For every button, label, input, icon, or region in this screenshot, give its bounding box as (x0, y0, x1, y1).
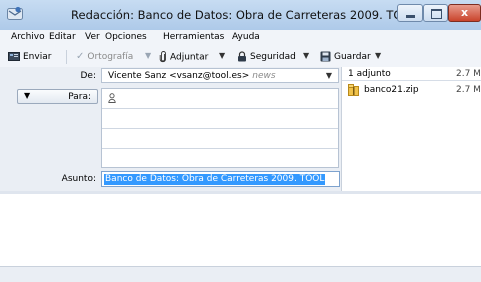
from-account-select[interactable]: Vicente Sanz <vsanz@tool.es> news ▼ (101, 68, 339, 83)
send-button[interactable]: Enviar (8, 51, 51, 62)
attachment-item[interactable]: banco21.zip 2.7 MB (342, 82, 481, 98)
zip-file-icon (348, 84, 359, 96)
recipient-list[interactable] (101, 88, 339, 168)
from-value: Vicente Sanz <vsanz@tool.es> news (108, 71, 276, 81)
attachment-header: 1 adjunto 2.7 MB (342, 67, 481, 81)
menu-bar: Archivo Editar Ver Opciones Herramientas… (0, 30, 481, 47)
toolbar-separator (66, 50, 67, 64)
menu-herramientas[interactable]: Herramientas (163, 32, 224, 42)
attachment-size: 2.7 MB (456, 85, 481, 95)
security-dropdown-arrow[interactable]: ▼ (303, 51, 309, 60)
title-bar[interactable]: Redacción: Banco de Datos: Obra de Carre… (0, 0, 481, 30)
security-label: Seguridad (250, 52, 296, 62)
send-label: Enviar (23, 52, 52, 62)
compose-window: Redacción: Banco de Datos: Obra de Carre… (0, 0, 481, 282)
security-button[interactable]: Seguridad (237, 51, 296, 62)
maximize-icon (431, 9, 442, 19)
person-icon (108, 93, 116, 103)
chevron-down-icon: ▼ (325, 71, 332, 80)
padlock-icon (238, 51, 246, 62)
save-label: Guardar (334, 52, 371, 62)
floppy-disk-icon (320, 51, 331, 62)
subject-text: Banco de Datos: Obra de Carreteras 2009.… (104, 174, 326, 185)
recipient-type-label: Para: (68, 92, 91, 102)
maximize-button[interactable] (423, 4, 448, 22)
send-icon (8, 52, 20, 61)
spelling-button[interactable]: ✓ Ortografía (76, 51, 133, 62)
attach-label: Adjuntar (170, 52, 209, 63)
recipient-row[interactable] (102, 89, 338, 109)
close-icon: x (460, 6, 469, 19)
status-bar (0, 266, 481, 282)
message-body-editor[interactable] (0, 194, 481, 266)
recipient-row-empty[interactable] (102, 129, 338, 149)
toolbar: Enviar ✓ Ortografía ▼ Adjuntar ▼ Segurida… (0, 47, 481, 68)
minimize-icon (406, 15, 415, 18)
save-dropdown-arrow[interactable]: ▼ (375, 51, 381, 60)
menu-ver[interactable]: Ver (85, 32, 100, 42)
attach-dropdown-arrow[interactable]: ▼ (219, 51, 225, 60)
recipient-row-empty[interactable] (102, 149, 338, 169)
attach-button[interactable]: Adjuntar (159, 51, 208, 63)
spelling-label: Ortografía (87, 52, 134, 62)
from-account-name: news (252, 71, 276, 81)
chevron-down-icon: ▼ (24, 91, 31, 100)
save-button[interactable]: Guardar (320, 51, 371, 62)
attachment-count: 1 adjunto (348, 69, 391, 79)
attachment-total-size: 2.7 MB (456, 69, 481, 79)
menu-editar[interactable]: Editar (49, 32, 76, 42)
minimize-button[interactable] (397, 4, 423, 22)
from-label: De: (80, 71, 97, 81)
attachment-name: banco21.zip (364, 85, 419, 95)
recipient-row-empty[interactable] (102, 109, 338, 129)
subject-label: Asunto: (61, 174, 96, 184)
menu-ayuda[interactable]: Ayuda (232, 32, 260, 42)
from-address: Vicente Sanz <vsanz@tool.es> (108, 71, 250, 81)
checkmark-icon: ✓ (76, 51, 85, 62)
close-button[interactable]: x (448, 4, 481, 22)
attachment-pane[interactable]: 1 adjunto 2.7 MB banco21.zip 2.7 MB (341, 67, 481, 191)
subject-input[interactable]: Banco de Datos: Obra de Carreteras 2009.… (101, 171, 340, 187)
menu-opciones[interactable]: Opciones (105, 32, 147, 42)
paperclip-icon (159, 51, 166, 63)
spelling-dropdown-arrow[interactable]: ▼ (145, 51, 151, 60)
recipient-type-select[interactable]: ▼ Para: (17, 89, 98, 104)
menu-archivo[interactable]: Archivo (11, 32, 45, 42)
